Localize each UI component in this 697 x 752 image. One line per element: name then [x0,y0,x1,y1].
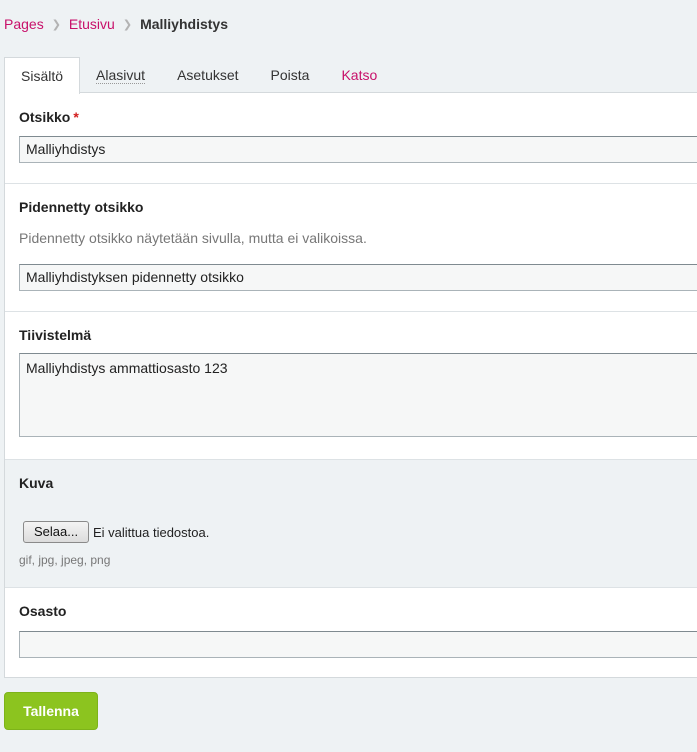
breadcrumb-separator-icon: ❯ [122,18,133,31]
image-section: Kuva [5,460,697,588]
tab-alasivut-label: Alasivut [96,67,146,84]
required-marker: * [73,109,79,125]
content-panel: Otsikko * Malliyhdistys Pidennetty otsikk… [4,92,697,678]
title-label-text: Otsikko [19,109,71,125]
breadcrumb-link-etusivu[interactable]: Etusivu [69,16,115,32]
breadcrumb: Pages ❯ Etusivu ❯ Malliyhdistys [4,16,228,32]
summary-textarea[interactable]: Malliyhdistys ammattiosasto 123 [19,353,697,437]
image-label: Kuva [19,475,54,491]
summary-section: Tiivistelmä Malliyhdistys ammattiosasto … [5,312,697,460]
title-section: Otsikko * Malliyhdistys [5,93,697,184]
tab-poista[interactable]: Poista [255,57,326,93]
department-section: Osasto [5,588,697,679]
save-button[interactable]: Tallenna [4,692,98,730]
extended-title-help: Pidennetty otsikko näytetään sivulla, mu… [19,230,367,246]
title-label: Otsikko * [19,109,79,125]
browse-file-button[interactable]: Selaa... [23,521,90,543]
tab-asetukset[interactable]: Asetukset [161,57,254,93]
summary-label: Tiivistelmä [19,327,92,343]
extended-title-label: Pidennetty otsikko [19,199,144,215]
breadcrumb-link-pages[interactable]: Pages [4,16,44,32]
tab-sisalto[interactable]: Sisältö [4,57,81,94]
breadcrumb-separator-icon: ❯ [51,18,61,31]
extended-title-input[interactable]: Malliyhdistyksen pidennetty otsikko [19,264,697,291]
extended-title-section: Pidennetty otsikko Pidennetty otsikko nä… [5,184,697,312]
department-label: Osasto [19,603,67,619]
allowed-file-types: gif, jpg, jpeg, png [19,553,111,567]
tab-katso[interactable]: Katso [325,57,393,93]
tab-alasivut[interactable]: Alasivut [80,57,161,93]
title-input[interactable]: Malliyhdistys [19,136,697,163]
tab-bar: Sisältö Alasivut Asetukset Poista Katso [4,57,393,94]
breadcrumb-current: Malliyhdistys [140,16,228,32]
file-status: Ei valittua tiedostoa. [93,525,210,540]
department-input[interactable] [19,631,697,658]
